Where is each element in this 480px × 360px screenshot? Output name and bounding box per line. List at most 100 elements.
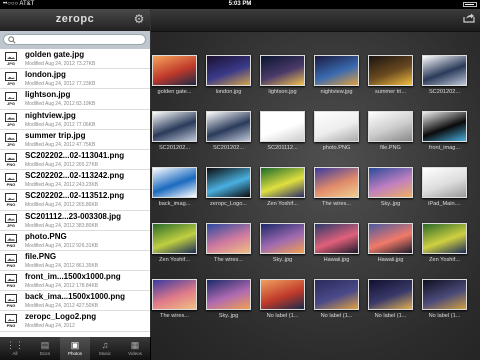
right-header xyxy=(151,9,480,32)
thumbnail-image xyxy=(260,279,305,310)
file-list-item[interactable]: JPG golden gate.jpg Modified Aug 24, 2012 … xyxy=(0,49,150,70)
thumbnail-label: file.PNG xyxy=(380,145,401,151)
file-meta: Modified Aug 24, 2012 265.86KB xyxy=(25,202,99,209)
photo-thumbnail[interactable]: front_imag... xyxy=(421,111,468,151)
photo-thumbnail[interactable]: photo.PNG xyxy=(313,111,360,151)
thumbnail-label: Hawaii.jpg xyxy=(377,257,404,263)
image-file-icon: JPG xyxy=(4,132,18,147)
file-list-item[interactable]: PNG photo.PNG Modified Aug 24, 2012 926.31… xyxy=(0,231,150,251)
photo-thumbnail[interactable]: Sky..jpg xyxy=(367,167,414,207)
tab-icon: ▦ xyxy=(130,340,140,350)
file-name: photo.PNG xyxy=(25,231,67,241)
photo-thumbnail[interactable]: The wires... xyxy=(313,167,360,207)
file-meta: Modified Aug 24, 2012 47.75KB xyxy=(25,141,96,148)
file-type-label: PNG xyxy=(6,242,16,248)
file-list-item[interactable]: PNG SC202202...02-113512.png Modified Aug … xyxy=(0,190,150,211)
thumbnail-label: Zen Yoshif... xyxy=(159,257,190,263)
photo-thumbnail[interactable]: Sky..jpg xyxy=(259,223,306,263)
photo-thumbnail[interactable]: No label (1... xyxy=(421,279,468,319)
photo-thumbnail[interactable]: No label (1... xyxy=(367,279,414,319)
thumbnail-label: SC201202... xyxy=(212,145,245,151)
photo-thumbnail[interactable]: SC201202... xyxy=(205,111,252,151)
left-header: zeropc ⚙ xyxy=(0,9,150,31)
thumbnail-label: No label (1... xyxy=(320,313,353,319)
photo-thumbnail[interactable]: london.jpg xyxy=(205,55,252,95)
tab-label: Photos xyxy=(67,351,82,356)
image-file-icon: PNG xyxy=(4,314,18,328)
clock: 5:03 PM xyxy=(228,1,252,7)
photo-thumbnail[interactable]: Sky..jpg xyxy=(205,279,252,319)
photo-thumbnail[interactable]: iPad_Main.... xyxy=(421,167,468,207)
photo-thumbnail[interactable]: back_imag... xyxy=(151,167,198,207)
file-list-item[interactable]: PNG front_im...1500x1000.png Modified Aug … xyxy=(0,271,150,292)
photo-thumbnail[interactable]: SC201112... xyxy=(259,111,306,151)
photo-thumbnail[interactable]: Hawaii.jpg xyxy=(313,223,360,263)
gear-icon[interactable]: ⚙ xyxy=(132,12,146,26)
file-type-label: PNG xyxy=(6,283,16,289)
thumbnail-label: No label (1... xyxy=(428,313,461,319)
file-list-item[interactable]: PNG SC202202...02-113242.png Modified Aug … xyxy=(0,170,150,191)
photo-thumbnail[interactable]: Zen Yoshif... xyxy=(151,223,198,263)
photo-thumbnail[interactable]: Hawaii.jpg xyxy=(367,223,414,263)
tab-bar: ⋮⋮ All ▤ Docs ▣ Photos ♫ Music ▦ Videos xyxy=(0,337,150,360)
file-list-item[interactable]: PNG zeropc_Logo2.png Modified Aug 24, 2012 xyxy=(0,311,150,332)
image-file-icon: PNG xyxy=(4,152,18,167)
file-name: SC201112...23-003308.jpg xyxy=(25,211,122,221)
thumbnail-image xyxy=(206,279,251,310)
tab-label: Videos xyxy=(128,351,142,356)
photo-thumbnail[interactable]: lightson.jpg xyxy=(259,55,306,95)
file-name: nightview.jpg xyxy=(25,110,76,120)
file-meta: Modified Aug 24, 2012 243.23KB xyxy=(25,182,99,189)
tab-icon: ▤ xyxy=(40,340,50,350)
file-list-item[interactable]: JPG lightson.jpg Modified Aug 24, 2012 83.… xyxy=(0,89,150,110)
file-list-item[interactable]: JPG london.jpg Modified Aug 24, 2012 77.23… xyxy=(0,69,150,90)
file-meta: Modified Aug 24, 2012 83.19KB xyxy=(25,101,96,108)
share-icon[interactable] xyxy=(463,13,475,23)
thumbnail-image xyxy=(422,167,467,198)
photo-thumbnail[interactable]: The wires... xyxy=(151,279,198,319)
file-list-item[interactable]: PNG SC202202...02-113041.png Modified Aug … xyxy=(0,150,150,171)
file-list-item[interactable]: PNG file.PNG Modified Aug 24, 2012 861.35K… xyxy=(0,251,150,272)
thumbnail-label: back_imag... xyxy=(158,201,191,207)
file-name: file.PNG xyxy=(25,251,57,261)
photo-thumbnail[interactable]: No label (1... xyxy=(259,279,306,319)
tab-label: All xyxy=(12,351,18,356)
photo-thumbnail[interactable]: summer tri... xyxy=(367,55,414,95)
photo-thumbnail[interactable]: SC201202... xyxy=(151,111,198,151)
photo-thumbnail[interactable]: The wires... xyxy=(205,223,252,263)
file-name: SC202202...02-113041.png xyxy=(25,150,125,160)
photo-thumbnail[interactable]: golden gate... xyxy=(151,55,198,95)
thumbnail-image xyxy=(368,279,413,310)
photo-thumbnail[interactable]: nightview.jpg xyxy=(313,55,360,95)
photo-thumbnail[interactable]: Zen Yoshif... xyxy=(259,167,306,207)
search-bar xyxy=(0,31,150,49)
photo-thumbnail[interactable]: Zen Yoshif... xyxy=(421,223,468,263)
image-file-icon: PNG xyxy=(4,193,18,207)
photo-thumbnail[interactable]: No label (1... xyxy=(313,279,360,319)
file-list-item[interactable]: PNG back_ima...1500x1000.png Modified Aug … xyxy=(0,291,150,312)
tab-all[interactable]: ⋮⋮ All xyxy=(0,337,30,360)
thumbnail-image xyxy=(314,223,359,254)
photo-thumbnail[interactable]: SC201202... xyxy=(421,55,468,95)
photo-thumbnail[interactable]: file.PNG xyxy=(367,111,414,151)
thumbnail-image xyxy=(260,223,305,254)
file-type-label: PNG xyxy=(6,182,16,188)
file-list-item[interactable]: JPG SC201112...23-003308.jpg Modified Aug … xyxy=(0,211,150,231)
thumbnail-label: summer tri... xyxy=(374,89,407,95)
search-input[interactable] xyxy=(3,34,146,45)
thumbnail-image xyxy=(260,167,305,198)
thumbnail-label: Sky..jpg xyxy=(272,257,293,263)
thumbnail-label: zeropc_Logo... xyxy=(209,201,247,207)
file-meta: Modified Aug 24, 2012 383.80KB xyxy=(25,222,99,229)
file-list-item[interactable]: JPG nightview.jpg Modified Aug 24, 2012 77… xyxy=(0,110,150,130)
file-type-label: JPG xyxy=(6,101,15,107)
file-list-item[interactable]: JPG summer trip.jpg Modified Aug 24, 2012 … xyxy=(0,130,150,150)
file-name: summer trip.jpg xyxy=(25,130,86,140)
photo-thumbnail[interactable]: zeropc_Logo... xyxy=(205,167,252,207)
tab-videos[interactable]: ▦ Videos xyxy=(120,337,150,360)
file-type-label: PNG xyxy=(6,303,16,309)
thumbnail-image xyxy=(422,55,467,86)
tab-music[interactable]: ♫ Music xyxy=(90,337,120,360)
tab-photos[interactable]: ▣ Photos xyxy=(60,337,90,360)
tab-docs[interactable]: ▤ Docs xyxy=(30,337,60,360)
